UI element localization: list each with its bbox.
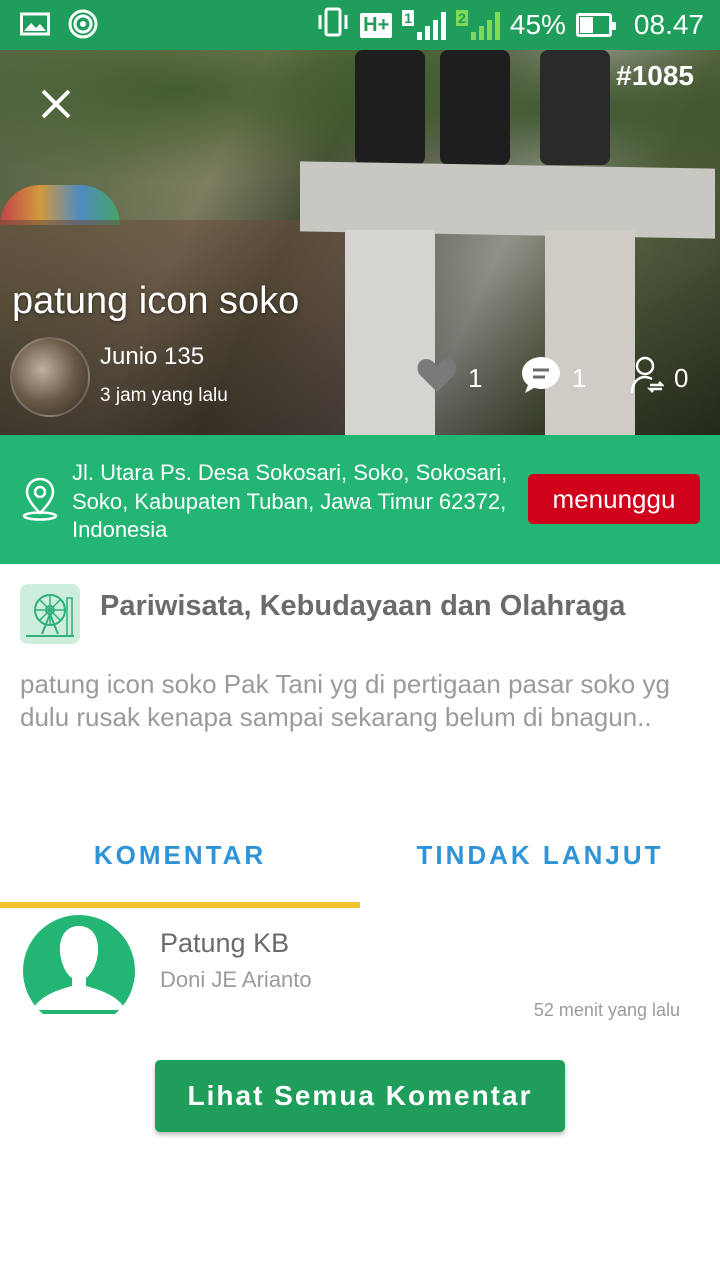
report-description: patung icon soko Pak Tani yg di pertigaa… [20,669,670,732]
like-button[interactable]: 1 [416,358,482,398]
follow-button[interactable]: 0 [630,356,689,398]
sim1-label: 1 [402,10,415,26]
comment-button[interactable]: 1 [520,356,587,398]
signal-icon-2: 2 [456,10,500,40]
clock: 08.47 [633,9,704,40]
battery-icon [575,13,616,37]
image-icon [20,11,50,42]
location-pin-icon [20,477,60,526]
comment-icon [520,355,562,402]
follow-count: 0 [674,362,689,393]
status-bar-right: H+ 1 2 45% 08.47 [316,0,704,50]
like-count: 1 [468,362,483,393]
comment-title: Patung KB [160,928,290,958]
follow-user-icon [630,355,666,402]
status-badge[interactable]: menunggu [528,474,700,524]
commenter-avatar[interactable] [22,914,136,1018]
comment-author: Doni JE Arianto [160,967,312,992]
category-title: Pariwisata, Kebudayaan dan Olahraga [100,590,626,622]
vibrate-icon [316,7,350,44]
hotspot-icon [68,9,98,44]
location-address[interactable]: Jl. Utara Ps. Desa Sokosari, Soko, Sokos… [72,459,512,545]
comment-time: 52 menit yang lalu [533,1000,680,1020]
author-avatar[interactable] [10,337,90,417]
tab-komentar[interactable]: KOMENTAR [0,840,360,880]
tab-tindak-lanjut[interactable]: TINDAK LANJUT [360,840,720,880]
ferris-wheel-icon [20,584,80,644]
report-title: patung icon soko [12,280,300,322]
battery-percent: 45% [509,9,566,40]
location-bar: Jl. Utara Ps. Desa Sokosari, Soko, Sokos… [0,435,720,564]
status-bar-left [20,9,98,44]
sim2-label: 2 [456,10,468,26]
signal-icon: 1 [402,10,447,40]
heart-icon [416,356,458,401]
report-id: #1085 [616,60,694,91]
view-all-comments-button[interactable]: Lihat Semua Komentar [155,1060,565,1132]
comment-count: 1 [572,362,587,393]
status-bar: H+ 1 2 45% 08.47 [0,0,720,50]
close-icon[interactable] [34,86,78,130]
network-type: H+ [360,12,393,38]
posted-time: 3 jam yang lalu [100,385,228,406]
tab-indicator [0,902,360,908]
author-name[interactable]: Junio 135 [100,343,204,371]
report-photo [0,50,720,435]
